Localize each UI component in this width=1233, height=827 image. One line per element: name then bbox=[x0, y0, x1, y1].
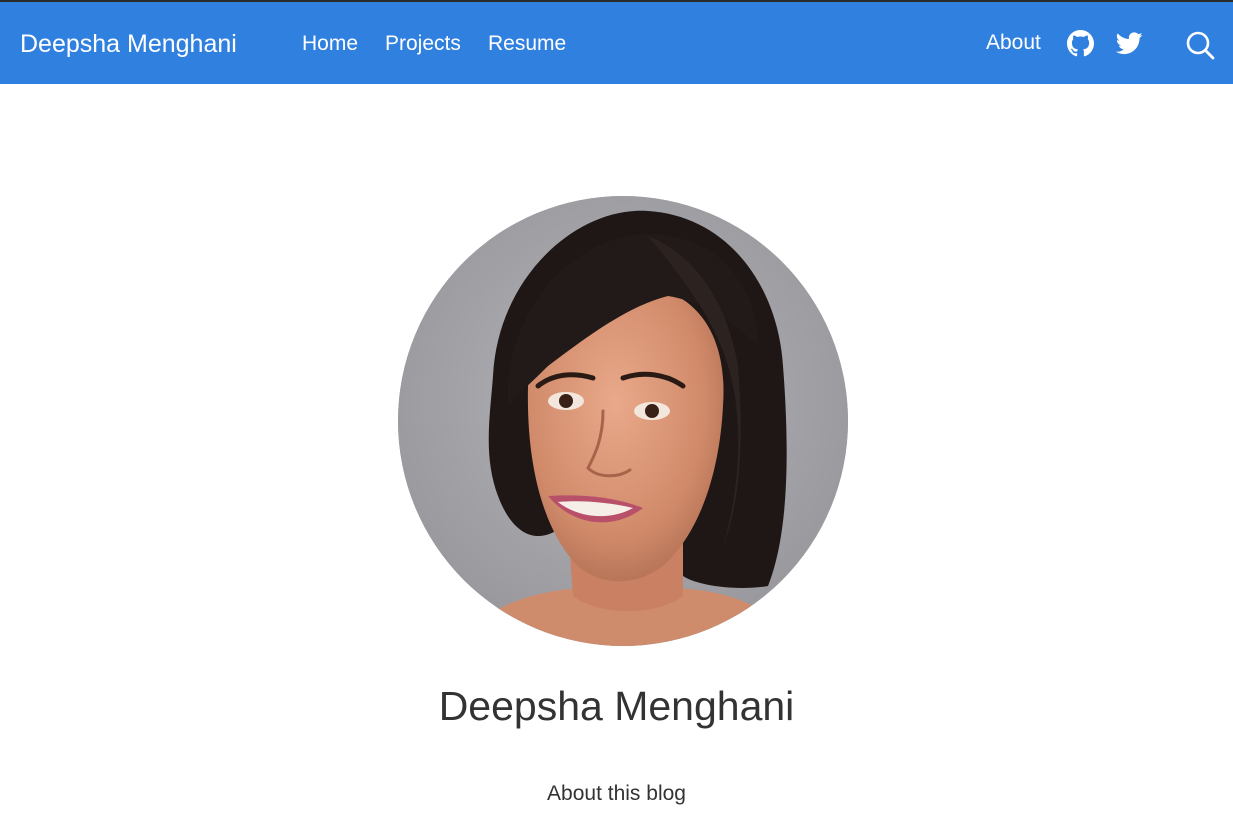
search-icon[interactable] bbox=[1186, 31, 1215, 60]
site-brand-link[interactable]: Deepsha Menghani bbox=[20, 28, 237, 60]
about-blog-link[interactable]: About this blog bbox=[0, 780, 1233, 808]
top-navbar: Deepsha Menghani Home Projects Resume Ab… bbox=[0, 2, 1233, 84]
nav-link-about[interactable]: About bbox=[986, 29, 1041, 57]
nav-link-resume[interactable]: Resume bbox=[488, 30, 566, 58]
nav-link-home[interactable]: Home bbox=[302, 30, 358, 58]
profile-avatar bbox=[398, 196, 848, 646]
nav-link-projects[interactable]: Projects bbox=[385, 30, 461, 58]
profile-name: Deepsha Menghani bbox=[438, 683, 795, 729]
twitter-icon[interactable] bbox=[1116, 32, 1143, 55]
github-icon[interactable] bbox=[1067, 30, 1094, 57]
